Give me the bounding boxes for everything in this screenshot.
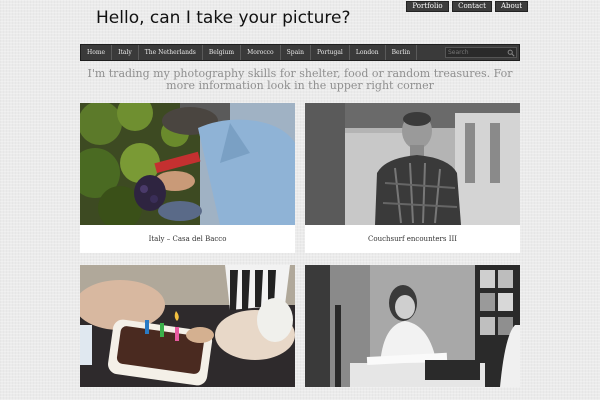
post-photo[interactable] xyxy=(80,103,295,225)
search-icon[interactable] xyxy=(507,49,515,57)
post-card[interactable]: Couchsurf encounters III xyxy=(305,103,520,253)
post-photo[interactable] xyxy=(305,265,520,387)
top-links: Portfolio Contact About xyxy=(406,1,528,12)
site-title[interactable]: Hello, can I take your picture? xyxy=(96,8,350,28)
nav-item-portugal[interactable]: Portugal xyxy=(311,45,350,60)
nav-item-italy[interactable]: Italy xyxy=(112,45,139,60)
nav-item-london[interactable]: London xyxy=(350,45,386,60)
intro-text: I'm trading my photography skills for sh… xyxy=(87,67,513,92)
nav-item-berlin[interactable]: Berlin xyxy=(386,45,418,60)
nav-item-morocco[interactable]: Morocco xyxy=(241,45,281,60)
main-navigation: Home Italy The Netherlands Belgium Moroc… xyxy=(80,44,520,61)
post-card[interactable] xyxy=(305,265,520,387)
contact-link[interactable]: Contact xyxy=(452,1,492,12)
nav-item-spain[interactable]: Spain xyxy=(281,45,311,60)
search-input[interactable] xyxy=(446,48,508,57)
search-box xyxy=(445,47,517,58)
nav-item-belgium[interactable]: Belgium xyxy=(203,45,242,60)
post-card[interactable] xyxy=(80,265,295,387)
post-photo[interactable] xyxy=(305,103,520,225)
about-link[interactable]: About xyxy=(495,1,528,12)
photo-woman-reading-icon xyxy=(305,265,520,387)
portfolio-link[interactable]: Portfolio xyxy=(406,1,449,12)
photo-grape-harvest-icon xyxy=(80,103,295,225)
post-caption[interactable]: Couchsurf encounters III xyxy=(305,225,520,253)
post-caption[interactable]: Italy – Casa del Bacco xyxy=(80,225,295,253)
photo-portrait-man-icon xyxy=(305,103,520,225)
nav-item-netherlands[interactable]: The Netherlands xyxy=(139,45,203,60)
post-card[interactable]: Italy – Casa del Bacco xyxy=(80,103,295,253)
photo-birthday-cake-icon xyxy=(80,265,295,387)
nav-item-home[interactable]: Home xyxy=(81,45,113,60)
post-photo[interactable] xyxy=(80,265,295,387)
